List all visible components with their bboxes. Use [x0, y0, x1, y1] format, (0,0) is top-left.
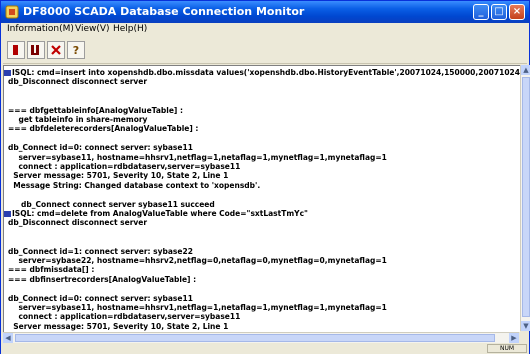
app-icon [5, 5, 19, 19]
isql-marker-icon [4, 211, 11, 217]
delete-icon [51, 45, 61, 55]
isql-marker-icon [4, 70, 11, 76]
pause-icon [31, 45, 39, 55]
log-line: get tableinfo in share-memory [8, 115, 148, 124]
vertical-scroll-thumb[interactable] [522, 77, 530, 317]
minimize-button[interactable]: _ [473, 4, 489, 20]
log-output[interactable]: ISQL: cmd=insert into xopenshdb.dbo.miss… [3, 65, 520, 332]
horizontal-scrollbar[interactable]: ◀ ▶ [3, 332, 519, 343]
horizontal-scroll-thumb[interactable] [15, 334, 495, 342]
menu-information[interactable]: Information(M) [7, 24, 74, 34]
log-line: db_Disconnect disconnect server [8, 77, 148, 87]
log-line: db_Disconnect disconnect server [8, 218, 148, 228]
vertical-scrollbar[interactable]: ▲ ▼ [520, 65, 530, 331]
log-line: Message String: Changed database context… [8, 180, 261, 190]
scroll-down-icon[interactable]: ▼ [521, 321, 530, 331]
svg-text:?: ? [73, 44, 79, 57]
maximize-button[interactable]: □ [491, 4, 507, 20]
log-line: server=sybase22, hostname=hhsrv2,netflag… [8, 256, 387, 265]
delete-button[interactable] [47, 41, 65, 59]
log-line: connect : application=rdbdataserv,server… [8, 162, 241, 171]
log-line: db_Connect connect server sybase11 succe… [8, 199, 215, 209]
menu-help[interactable]: Help(H) [113, 24, 147, 34]
log-line: server=sybase11, hostname=hhsrv1,netflag… [8, 303, 387, 312]
stop-button[interactable] [7, 41, 25, 59]
log-line: Server message: 5701, Severity 10, State… [8, 171, 229, 181]
menu-view[interactable]: View(V) [75, 24, 110, 34]
log-line: ISQL: cmd=insert into xopenshdb.dbo.miss… [4, 68, 520, 77]
log-line: connect : application=rdbdataserv,server… [8, 312, 241, 322]
log-line: === dbfgettableinfo[AnalogValueTable] : [8, 105, 183, 115]
log-line: === dbfmissdata[] : [8, 265, 95, 275]
log-line: server=sybase11, hostname=hhsrv1,netflag… [8, 152, 387, 162]
log-line: db_Connect id=0: connect server: sybase1… [8, 293, 193, 303]
help-icon: ? [73, 44, 79, 57]
menu-bar: Information(M) View(V) Help(H) [1, 23, 529, 37]
log-line: Server message: 5701, Severity 10, State… [8, 321, 229, 331]
log-line: db_Connect id=1: connect server: sybase2… [8, 246, 193, 256]
scroll-up-icon[interactable]: ▲ [521, 65, 530, 75]
log-line: ISQL: cmd=delete from AnalogValueTable w… [4, 209, 308, 218]
status-bar: NUM [1, 343, 529, 354]
log-line: === dbfdeleterecorders[AnalogValueTable]… [8, 124, 199, 134]
toolbar: ? [3, 39, 527, 64]
title-bar[interactable]: DF8000 SCADA Database Connection Monitor… [1, 1, 529, 23]
help-button[interactable]: ? [67, 41, 85, 59]
scroll-left-icon[interactable]: ◀ [3, 333, 13, 343]
pause-button[interactable] [27, 41, 45, 59]
app-window: DF8000 SCADA Database Connection Monitor… [0, 0, 530, 354]
stop-icon [13, 45, 18, 55]
window-title: DF8000 SCADA Database Connection Monitor [23, 5, 305, 18]
log-line: === dbfinsertrecorders[AnalogValueTable]… [8, 274, 197, 284]
log-line: db_Connect id=0: connect server: sybase1… [8, 143, 193, 153]
num-lock-indicator: NUM [487, 344, 527, 353]
close-button[interactable]: × [509, 4, 525, 20]
scroll-right-icon[interactable]: ▶ [509, 333, 519, 343]
